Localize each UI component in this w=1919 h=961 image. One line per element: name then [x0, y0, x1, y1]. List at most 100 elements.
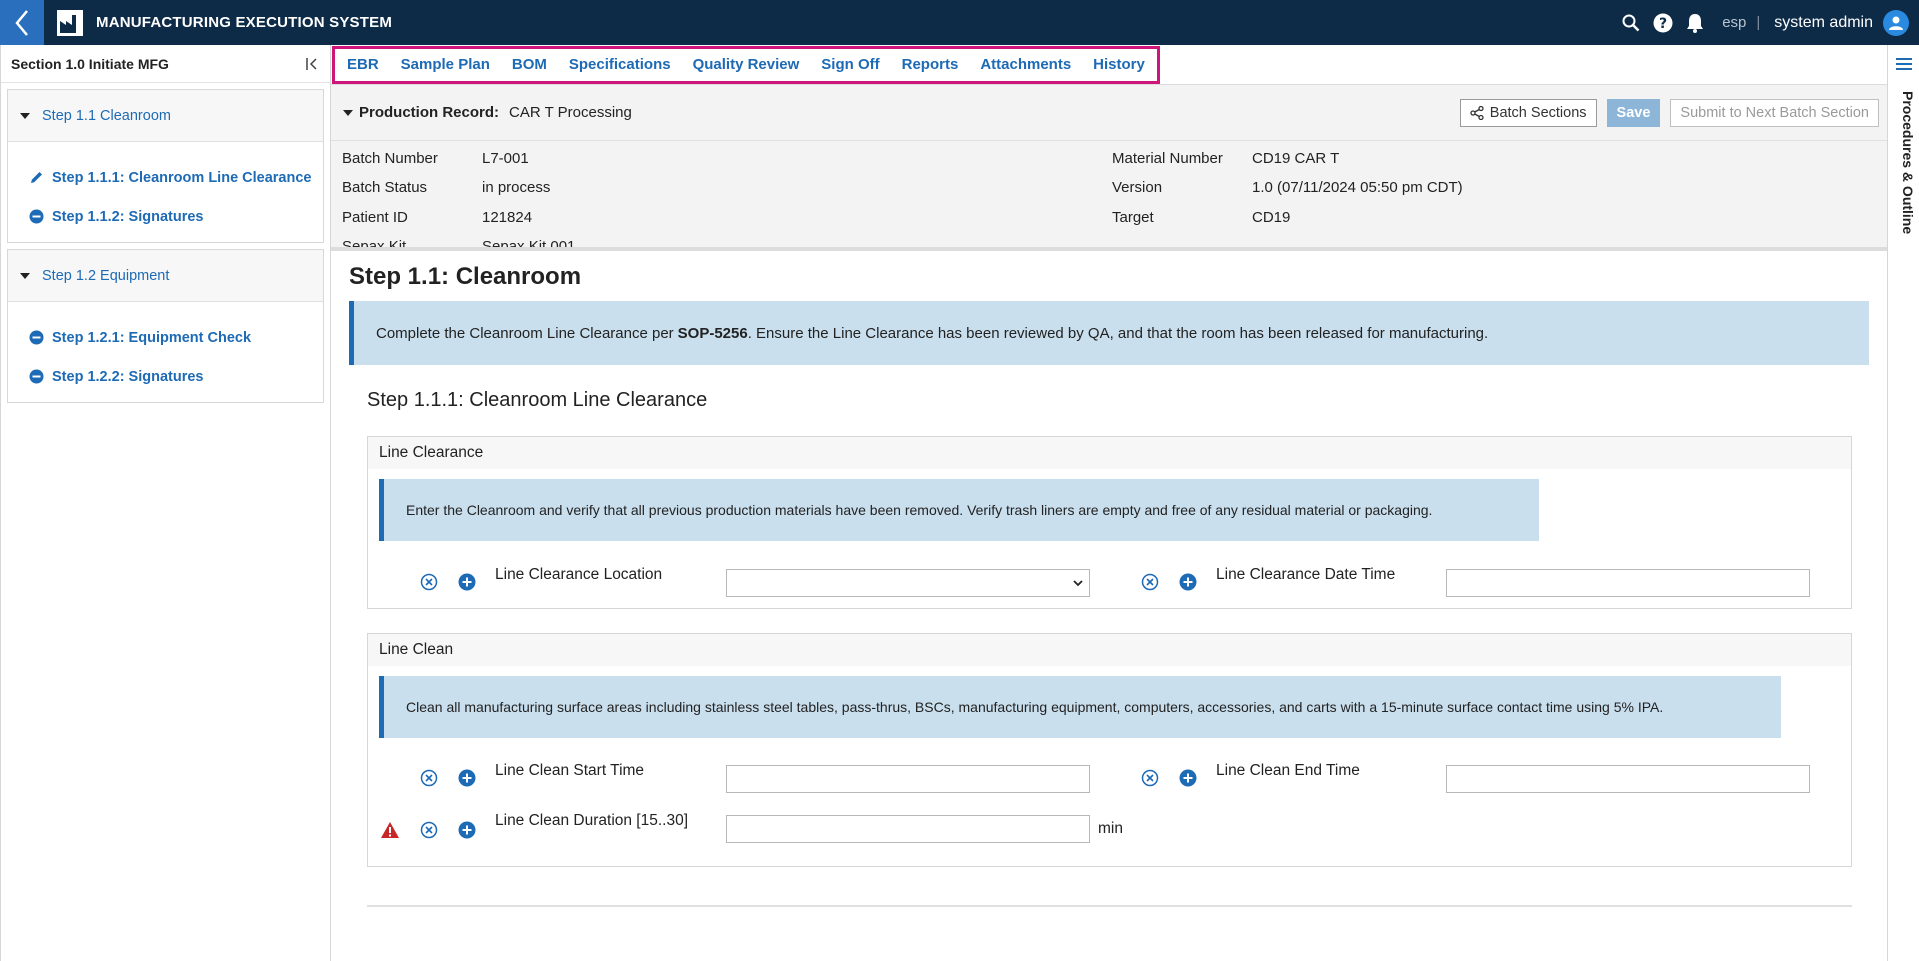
tab-reports[interactable]: Reports [902, 56, 959, 73]
info-label: Patient ID [342, 209, 408, 226]
sop-reference: SOP-5256 [677, 324, 748, 342]
main-panel: EBR Sample Plan BOM Specifications Quali… [331, 45, 1887, 961]
chevron-left-icon [15, 9, 28, 36]
clear-icon[interactable] [419, 768, 439, 788]
top-bar: MANUFACTURING EXECUTION SYSTEM ? esp | s… [0, 0, 1919, 45]
svg-text:?: ? [1659, 16, 1667, 32]
info-label: Version [1112, 179, 1163, 196]
field-row: Line Clean Duration [15..30] min [368, 804, 1851, 856]
caret-down-icon [20, 272, 30, 279]
sidebar-item-signatures-2[interactable]: Step 1.2.2: Signatures [8, 357, 323, 396]
add-icon[interactable] [1178, 572, 1198, 592]
add-icon[interactable] [457, 768, 477, 788]
line-clearance-card: Line Clearance Enter the Cleanroom and v… [367, 436, 1852, 609]
sidebar-group-cleanroom: Step 1.1 Cleanroom Step 1.1.1: Cleanroom… [7, 89, 324, 243]
pencil-icon [28, 170, 44, 186]
sidebar-item-equipment-check[interactable]: Step 1.2.1: Equipment Check [8, 318, 323, 357]
tab-attachments[interactable]: Attachments [980, 56, 1071, 73]
tab-specifications[interactable]: Specifications [569, 56, 671, 73]
info-value: 121824 [482, 209, 533, 226]
tab-bom[interactable]: BOM [512, 56, 547, 73]
clear-icon[interactable] [419, 820, 439, 840]
caret-down-icon[interactable] [343, 109, 353, 116]
clear-icon[interactable] [1140, 768, 1160, 788]
minus-circle-icon [28, 209, 44, 225]
tab-sample-plan[interactable]: Sample Plan [401, 56, 490, 73]
app-title: MANUFACTURING EXECUTION SYSTEM [96, 14, 393, 31]
user-name[interactable]: system admin [1774, 14, 1873, 32]
add-icon[interactable] [1178, 768, 1198, 788]
add-icon[interactable] [457, 820, 477, 840]
line-clearance-location-select[interactable] [726, 569, 1090, 597]
production-record-bar: Production Record: CAR T Processing Batc… [331, 85, 1887, 141]
sidebar-group-equipment: Step 1.2 Equipment Step 1.2.1: Equipment… [7, 249, 324, 403]
avatar[interactable] [1883, 9, 1909, 36]
tab-sign-off[interactable]: Sign Off [821, 56, 879, 73]
collapse-left-icon [306, 57, 317, 70]
record-value: CAR T Processing [509, 104, 632, 121]
help-icon[interactable]: ? [1652, 12, 1674, 34]
banner-text-pre: Complete the Cleanroom Line Clearance pe… [376, 324, 674, 342]
line-clean-end-input[interactable] [1446, 765, 1810, 793]
step-title: Step 1.1: Cleanroom [349, 263, 582, 290]
field-row: Line Clearance Location Line Clearance D… [368, 556, 1851, 608]
info-value: 1.0 (07/11/2024 05:50 pm CDT) [1252, 179, 1463, 196]
field-row: Line Clean Start Time Line Clean End Tim… [368, 752, 1851, 804]
info-label: Target [1112, 209, 1154, 226]
batch-sections-label: Batch Sections [1489, 104, 1587, 121]
card-instructions: Clean all manufacturing surface areas in… [379, 676, 1781, 738]
line-clean-start-input[interactable] [726, 765, 1090, 793]
info-value: CD19 CAR T [1252, 150, 1340, 167]
procedures-outline-toggle[interactable]: Procedures & Outline [1896, 91, 1916, 234]
sidebar-item-label: Step 1.2.1: Equipment Check [52, 329, 252, 346]
back-button[interactable] [0, 0, 44, 45]
tabs-highlight: EBR Sample Plan BOM Specifications Quali… [332, 45, 1160, 84]
card-instructions: Enter the Cleanroom and verify that all … [379, 479, 1539, 541]
sidebar-item-label: Step 1.1.1: Cleanroom Line Clearance [52, 169, 312, 186]
tab-history[interactable]: History [1093, 56, 1145, 73]
sidebar-item-signatures-1[interactable]: Step 1.1.2: Signatures [8, 197, 323, 236]
sidebar-item-label: Step 1.1.2: Signatures [52, 208, 204, 225]
share-icon [1470, 105, 1484, 120]
info-label: Batch Number [342, 150, 438, 167]
field-label: Line Clean Duration [15..30] [495, 812, 689, 829]
tab-bar: EBR Sample Plan BOM Specifications Quali… [331, 45, 1887, 85]
batch-info-panel: Batch Number L7-001 Batch Status in proc… [331, 141, 1887, 251]
sidebar-header: Section 1.0 Initiate MFG [1, 45, 330, 83]
batch-sections-button[interactable]: Batch Sections [1459, 98, 1597, 127]
info-value: Sepax Kit 001 [482, 238, 576, 251]
info-label: Sepax Kit [342, 238, 407, 251]
clear-icon[interactable] [1140, 572, 1160, 592]
collapse-sidebar-button[interactable] [302, 54, 322, 74]
sidebar-item-line-clearance[interactable]: Step 1.1.1: Cleanroom Line Clearance [8, 158, 323, 197]
tab-quality-review[interactable]: Quality Review [693, 56, 800, 73]
bell-icon[interactable] [1684, 12, 1706, 34]
line-clean-card: Line Clean Clean all manufacturing surfa… [367, 633, 1852, 867]
info-value: CD19 [1252, 209, 1291, 226]
line-clearance-datetime-input[interactable] [1446, 569, 1810, 597]
line-clean-duration-input[interactable] [726, 815, 1090, 843]
sidebar-item-label: Step 1.2.2: Signatures [52, 368, 204, 385]
card-title: Line Clean [368, 634, 1851, 666]
tab-ebr[interactable]: EBR [347, 56, 379, 73]
list-icon[interactable] [1896, 57, 1912, 71]
info-value: in process [482, 179, 551, 196]
save-button[interactable]: Save [1606, 98, 1661, 127]
add-icon[interactable] [457, 572, 477, 592]
chevron-down-icon [1073, 580, 1083, 587]
submit-next-section-button[interactable]: Submit to Next Batch Section [1670, 98, 1879, 127]
factory-icon [57, 9, 83, 36]
sidebar-group-header[interactable]: Step 1.1 Cleanroom [8, 90, 323, 142]
step-content: Step 1.1: Cleanroom Complete the Cleanro… [331, 251, 1887, 961]
right-rail: Procedures & Outline [1887, 45, 1919, 961]
sidebar-group-header[interactable]: Step 1.2 Equipment [8, 250, 323, 302]
field-label: Line Clean End Time [1216, 762, 1360, 779]
search-icon[interactable] [1620, 12, 1642, 34]
sidebar: Section 1.0 Initiate MFG Step 1.1 Cleanr… [0, 45, 331, 961]
info-label: Batch Status [342, 179, 428, 196]
language-selector[interactable]: esp [1722, 14, 1746, 31]
minus-circle-icon [28, 330, 44, 346]
field-label: Line Clearance Location [495, 566, 663, 583]
clear-icon[interactable] [419, 572, 439, 592]
caret-down-icon [20, 112, 30, 119]
